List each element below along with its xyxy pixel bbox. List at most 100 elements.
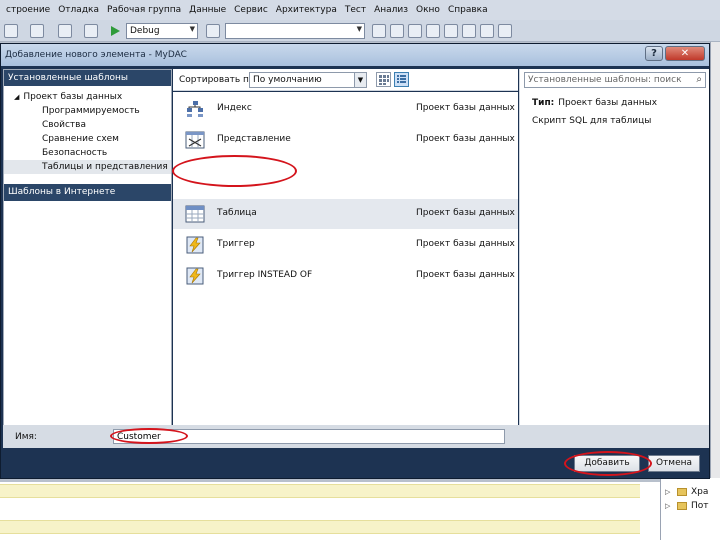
table-icon xyxy=(185,205,205,223)
solution-config-combo[interactable]: Debug ▼ xyxy=(126,23,198,39)
template-name: Таблица xyxy=(217,208,257,218)
tree-item-label: Таблицы и представления xyxy=(42,162,168,172)
type-label: Тип: xyxy=(532,98,555,108)
template-type: Тип: Проект базы данных xyxy=(532,98,657,108)
sort-value: По умолчанию xyxy=(253,75,322,85)
add-button[interactable]: Добавить xyxy=(574,455,640,472)
search-input[interactable]: Установленные шаблоны: поиск ⌕ xyxy=(524,72,706,88)
sort-combo[interactable]: По умолчанию ▼ xyxy=(249,72,367,88)
editor-area xyxy=(0,482,660,540)
installed-templates-header[interactable]: Установленные шаблоны xyxy=(4,70,171,86)
redo-icon[interactable] xyxy=(30,24,44,38)
expand-arrow-icon[interactable]: ▷ xyxy=(665,488,670,496)
trigger-icon xyxy=(186,236,204,254)
solution-explorer-panel: ▷ Хра ▷ Пот xyxy=(660,478,720,540)
tree-item-security[interactable]: Безопасность xyxy=(4,146,171,160)
tree-item-label: Проект базы данных xyxy=(23,92,123,102)
tree-item-label: Сравнение схем xyxy=(42,134,119,144)
menu-item-help[interactable]: Справка xyxy=(444,5,492,15)
menu-item-tools[interactable]: Сервис xyxy=(230,5,272,15)
template-item-trigger[interactable]: Триггер Проект базы данных xyxy=(173,230,518,260)
template-category: Проект базы данных xyxy=(416,103,515,113)
category-tree: ◢ Проект базы данных Программируемость Св… xyxy=(4,90,171,174)
template-item-trigger-instead-of[interactable]: Триггер INSTEAD OF Проект базы данных xyxy=(173,261,518,291)
chevron-down-icon: ▼ xyxy=(189,25,195,33)
menu-item-data[interactable]: Данные xyxy=(185,5,230,15)
sort-label: Сортировать по: xyxy=(179,75,258,85)
template-description: Скрипт SQL для таблицы xyxy=(532,116,652,126)
tree-item-label: Программируемость xyxy=(42,106,140,116)
template-list: Индекс Проект базы данных Представление … xyxy=(173,92,518,468)
solution-explorer-icon[interactable] xyxy=(372,24,386,38)
template-item-index[interactable]: Индекс Проект базы данных xyxy=(173,94,518,124)
collapse-arrow-icon[interactable]: ◢ xyxy=(14,93,19,101)
template-name: Триггер INSTEAD OF xyxy=(217,270,313,280)
button-row: Добавить Отмена xyxy=(3,448,709,478)
menu-item-window[interactable]: Окно xyxy=(412,5,444,15)
navigate-back-icon[interactable] xyxy=(58,24,72,38)
template-category: Проект базы данных xyxy=(416,134,515,144)
type-value: Проект базы данных xyxy=(558,98,658,108)
menu-item-test[interactable]: Тест xyxy=(341,5,370,15)
chevron-down-icon: ▼ xyxy=(354,73,366,87)
solution-item[interactable]: Хра xyxy=(677,486,720,498)
dialog-footer: Имя: Добавить Отмена xyxy=(3,425,709,478)
tree-item-label: Свойства xyxy=(42,120,86,130)
folder-icon xyxy=(677,488,687,496)
find-combo[interactable]: ▼ xyxy=(225,23,365,39)
view-icon xyxy=(185,131,205,149)
navigate-forward-icon[interactable] xyxy=(84,24,98,38)
template-category: Проект базы данных xyxy=(416,270,515,280)
template-name: Представление xyxy=(217,134,291,144)
tree-item-programmability[interactable]: Программируемость xyxy=(4,104,171,118)
start-page-icon[interactable] xyxy=(444,24,458,38)
list-view-button[interactable] xyxy=(394,72,409,87)
solution-item-label: Пот xyxy=(691,501,709,511)
search-placeholder: Установленные шаблоны: поиск xyxy=(528,75,682,85)
folder-icon xyxy=(677,502,687,510)
editor-highlight-strip xyxy=(0,484,640,498)
menu-item-team[interactable]: Рабочая группа xyxy=(103,5,185,15)
sort-toolbar: Сортировать по: По умолчанию ▼ xyxy=(173,69,518,91)
list-view-icon xyxy=(397,75,406,83)
solution-item-label: Хра xyxy=(691,487,709,497)
close-button[interactable]: ✕ xyxy=(665,46,705,61)
template-item-table[interactable]: Таблица Проект базы данных xyxy=(173,199,518,229)
ide-side-panel xyxy=(710,42,720,540)
menu-item-architecture[interactable]: Архитектура xyxy=(272,5,341,15)
extension-manager-icon[interactable] xyxy=(462,24,476,38)
small-icons-view-button[interactable] xyxy=(376,72,391,87)
menu-item-build[interactable]: строение xyxy=(2,5,54,15)
properties-icon[interactable] xyxy=(390,24,404,38)
undo-icon[interactable] xyxy=(4,24,18,38)
search-icon[interactable]: ⌕ xyxy=(696,74,702,85)
tree-item-label: Безопасность xyxy=(42,148,108,158)
menu-item-debug[interactable]: Отладка xyxy=(54,5,103,15)
trigger-icon xyxy=(186,267,204,285)
online-templates-header[interactable]: Шаблоны в Интернете xyxy=(4,184,171,201)
object-browser-icon[interactable] xyxy=(408,24,422,38)
cancel-button[interactable]: Отмена xyxy=(648,455,700,472)
menu-item-analyze[interactable]: Анализ xyxy=(370,5,412,15)
tree-item-properties[interactable]: Свойства xyxy=(4,118,171,132)
start-debug-icon[interactable] xyxy=(108,24,122,38)
tree-item-database-project[interactable]: ◢ Проект базы данных xyxy=(4,90,171,104)
help-button[interactable]: ? xyxy=(645,46,663,61)
toolbox-icon[interactable] xyxy=(426,24,440,38)
name-input[interactable] xyxy=(113,429,505,444)
find-in-files-icon[interactable] xyxy=(206,24,220,38)
solution-item[interactable]: Пот xyxy=(677,500,720,512)
command-window-icon[interactable] xyxy=(480,24,494,38)
index-icon xyxy=(187,101,203,117)
tree-item-tables-and-views[interactable]: Таблицы и представления xyxy=(4,160,171,174)
chevron-down-icon: ▼ xyxy=(356,25,362,33)
template-category: Проект базы данных xyxy=(416,239,515,249)
template-item-view[interactable]: Представление Проект базы данных xyxy=(173,125,518,155)
toolbar-options-icon[interactable] xyxy=(498,24,512,38)
template-name: Триггер xyxy=(217,239,255,249)
tree-item-schema-compare[interactable]: Сравнение схем xyxy=(4,132,171,146)
add-new-item-dialog: Добавление нового элемента - MyDAC ? ✕ У… xyxy=(0,43,710,479)
template-details-pane: Установленные шаблоны: поиск ⌕ Тип: Проек… xyxy=(519,69,709,468)
dialog-title-bar: Добавление нового элемента - MyDAC xyxy=(1,44,709,66)
expand-arrow-icon[interactable]: ▷ xyxy=(665,502,670,510)
